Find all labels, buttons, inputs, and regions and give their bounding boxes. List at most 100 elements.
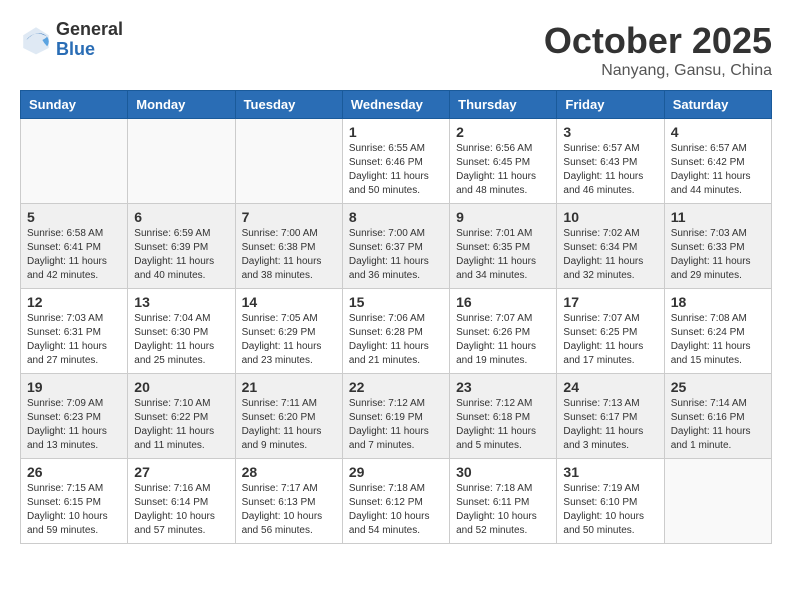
day-number: 7 bbox=[242, 209, 336, 225]
calendar-day-cell bbox=[664, 459, 771, 544]
calendar-week-row: 12 Sunrise: 7:03 AM Sunset: 6:31 PM Dayli… bbox=[21, 289, 772, 374]
calendar-day-cell: 5 Sunrise: 6:58 AM Sunset: 6:41 PM Daylig… bbox=[21, 204, 128, 289]
day-number: 16 bbox=[456, 294, 550, 310]
calendar-day-cell: 16 Sunrise: 7:07 AM Sunset: 6:26 PM Dayli… bbox=[450, 289, 557, 374]
calendar-day-cell: 13Sunrise: 7:04 AM Sunset: 6:30 PM Dayli… bbox=[128, 289, 235, 374]
calendar-table: SundayMondayTuesdayWednesdayThursdayFrid… bbox=[20, 90, 772, 544]
calendar-day-cell: 12 Sunrise: 7:03 AM Sunset: 6:31 PM Dayli… bbox=[21, 289, 128, 374]
logo: General Blue bbox=[20, 20, 123, 60]
day-number: 29 bbox=[349, 464, 443, 480]
calendar-week-row: 5 Sunrise: 6:58 AM Sunset: 6:41 PM Daylig… bbox=[21, 204, 772, 289]
day-number: 19 bbox=[27, 379, 121, 395]
day-info: Sunrise: 6:58 AM Sunset: 6:41 PM Dayligh… bbox=[27, 227, 121, 283]
day-number: 22 bbox=[349, 379, 443, 395]
day-number: 4 bbox=[671, 124, 765, 140]
calendar-day-cell: 19Sunrise: 7:09 AM Sunset: 6:23 PM Dayli… bbox=[21, 374, 128, 459]
day-number: 10 bbox=[563, 209, 657, 225]
calendar-day-cell: 6 Sunrise: 6:59 AM Sunset: 6:39 PM Daylig… bbox=[128, 204, 235, 289]
day-info: Sunrise: 7:18 AM Sunset: 6:12 PM Dayligh… bbox=[349, 482, 443, 538]
day-info: Sunrise: 7:13 AM Sunset: 6:17 PM Dayligh… bbox=[563, 397, 657, 453]
calendar-day-cell: 20 Sunrise: 7:10 AM Sunset: 6:22 PM Dayli… bbox=[128, 374, 235, 459]
day-info: Sunrise: 7:15 AM Sunset: 6:15 PM Dayligh… bbox=[27, 482, 121, 538]
calendar-day-cell: 10Sunrise: 7:02 AM Sunset: 6:34 PM Dayli… bbox=[557, 204, 664, 289]
day-info: Sunrise: 7:12 AM Sunset: 6:18 PM Dayligh… bbox=[456, 397, 550, 453]
day-info: Sunrise: 7:10 AM Sunset: 6:22 PM Dayligh… bbox=[134, 397, 228, 453]
calendar-day-cell: 17Sunrise: 7:07 AM Sunset: 6:25 PM Dayli… bbox=[557, 289, 664, 374]
calendar-day-cell: 1Sunrise: 6:55 AM Sunset: 6:46 PM Daylig… bbox=[342, 119, 449, 204]
day-header: Sunday bbox=[21, 91, 128, 119]
calendar-day-cell: 9 Sunrise: 7:01 AM Sunset: 6:35 PM Daylig… bbox=[450, 204, 557, 289]
calendar-day-cell: 22 Sunrise: 7:12 AM Sunset: 6:19 PM Dayli… bbox=[342, 374, 449, 459]
day-number: 25 bbox=[671, 379, 765, 395]
day-number: 3 bbox=[563, 124, 657, 140]
calendar-day-cell bbox=[128, 119, 235, 204]
day-info: Sunrise: 7:18 AM Sunset: 6:11 PM Dayligh… bbox=[456, 482, 550, 538]
calendar-day-cell: 27 Sunrise: 7:16 AM Sunset: 6:14 PM Dayli… bbox=[128, 459, 235, 544]
day-number: 6 bbox=[134, 209, 228, 225]
day-number: 5 bbox=[27, 209, 121, 225]
calendar-day-cell: 18 Sunrise: 7:08 AM Sunset: 6:24 PM Dayli… bbox=[664, 289, 771, 374]
logo-text: General Blue bbox=[56, 20, 123, 60]
day-info: Sunrise: 7:00 AM Sunset: 6:37 PM Dayligh… bbox=[349, 227, 443, 283]
day-info: Sunrise: 6:57 AM Sunset: 6:42 PM Dayligh… bbox=[671, 142, 765, 198]
day-info: Sunrise: 7:05 AM Sunset: 6:29 PM Dayligh… bbox=[242, 312, 336, 368]
calendar-day-cell: 15Sunrise: 7:06 AM Sunset: 6:28 PM Dayli… bbox=[342, 289, 449, 374]
calendar-day-cell bbox=[21, 119, 128, 204]
day-number: 28 bbox=[242, 464, 336, 480]
day-info: Sunrise: 7:06 AM Sunset: 6:28 PM Dayligh… bbox=[349, 312, 443, 368]
day-header: Tuesday bbox=[235, 91, 342, 119]
day-number: 23 bbox=[456, 379, 550, 395]
page-header: General Blue October 2025 Nanyang, Gansu… bbox=[20, 20, 772, 80]
day-info: Sunrise: 6:59 AM Sunset: 6:39 PM Dayligh… bbox=[134, 227, 228, 283]
calendar-day-cell: 7 Sunrise: 7:00 AM Sunset: 6:38 PM Daylig… bbox=[235, 204, 342, 289]
day-number: 31 bbox=[563, 464, 657, 480]
day-info: Sunrise: 7:19 AM Sunset: 6:10 PM Dayligh… bbox=[563, 482, 657, 538]
day-header: Thursday bbox=[450, 91, 557, 119]
day-info: Sunrise: 7:12 AM Sunset: 6:19 PM Dayligh… bbox=[349, 397, 443, 453]
logo-general-text: General bbox=[56, 20, 123, 40]
day-info: Sunrise: 7:00 AM Sunset: 6:38 PM Dayligh… bbox=[242, 227, 336, 283]
calendar-week-row: 1Sunrise: 6:55 AM Sunset: 6:46 PM Daylig… bbox=[21, 119, 772, 204]
calendar-day-cell: 3 Sunrise: 6:57 AM Sunset: 6:43 PM Daylig… bbox=[557, 119, 664, 204]
calendar-day-cell: 23 Sunrise: 7:12 AM Sunset: 6:18 PM Dayli… bbox=[450, 374, 557, 459]
day-info: Sunrise: 7:11 AM Sunset: 6:20 PM Dayligh… bbox=[242, 397, 336, 453]
day-info: Sunrise: 7:07 AM Sunset: 6:26 PM Dayligh… bbox=[456, 312, 550, 368]
day-number: 21 bbox=[242, 379, 336, 395]
day-info: Sunrise: 7:01 AM Sunset: 6:35 PM Dayligh… bbox=[456, 227, 550, 283]
day-number: 14 bbox=[242, 294, 336, 310]
day-number: 8 bbox=[349, 209, 443, 225]
day-number: 11 bbox=[671, 209, 765, 225]
month-title: October 2025 bbox=[544, 20, 772, 62]
day-number: 1 bbox=[349, 124, 443, 140]
day-number: 27 bbox=[134, 464, 228, 480]
calendar-day-cell: 24 Sunrise: 7:13 AM Sunset: 6:17 PM Dayli… bbox=[557, 374, 664, 459]
day-number: 30 bbox=[456, 464, 550, 480]
day-info: Sunrise: 7:03 AM Sunset: 6:31 PM Dayligh… bbox=[27, 312, 121, 368]
day-info: Sunrise: 7:03 AM Sunset: 6:33 PM Dayligh… bbox=[671, 227, 765, 283]
calendar-day-cell: 25 Sunrise: 7:14 AM Sunset: 6:16 PM Dayli… bbox=[664, 374, 771, 459]
day-number: 20 bbox=[134, 379, 228, 395]
day-info: Sunrise: 7:08 AM Sunset: 6:24 PM Dayligh… bbox=[671, 312, 765, 368]
calendar-day-cell: 14 Sunrise: 7:05 AM Sunset: 6:29 PM Dayli… bbox=[235, 289, 342, 374]
calendar-day-cell: 21 Sunrise: 7:11 AM Sunset: 6:20 PM Dayli… bbox=[235, 374, 342, 459]
calendar-day-cell: 31 Sunrise: 7:19 AM Sunset: 6:10 PM Dayli… bbox=[557, 459, 664, 544]
day-info: Sunrise: 6:57 AM Sunset: 6:43 PM Dayligh… bbox=[563, 142, 657, 198]
day-info: Sunrise: 7:04 AM Sunset: 6:30 PM Dayligh… bbox=[134, 312, 228, 368]
location-title: Nanyang, Gansu, China bbox=[544, 62, 772, 80]
calendar-day-cell: 2Sunrise: 6:56 AM Sunset: 6:45 PM Daylig… bbox=[450, 119, 557, 204]
calendar-day-cell: 30 Sunrise: 7:18 AM Sunset: 6:11 PM Dayli… bbox=[450, 459, 557, 544]
calendar-day-cell: 26Sunrise: 7:15 AM Sunset: 6:15 PM Dayli… bbox=[21, 459, 128, 544]
day-info: Sunrise: 7:14 AM Sunset: 6:16 PM Dayligh… bbox=[671, 397, 765, 453]
day-number: 12 bbox=[27, 294, 121, 310]
day-header: Saturday bbox=[664, 91, 771, 119]
calendar-week-row: 19Sunrise: 7:09 AM Sunset: 6:23 PM Dayli… bbox=[21, 374, 772, 459]
day-header: Wednesday bbox=[342, 91, 449, 119]
day-number: 24 bbox=[563, 379, 657, 395]
day-number: 18 bbox=[671, 294, 765, 310]
calendar-day-cell: 4 Sunrise: 6:57 AM Sunset: 6:42 PM Daylig… bbox=[664, 119, 771, 204]
day-number: 2 bbox=[456, 124, 550, 140]
day-info: Sunrise: 7:16 AM Sunset: 6:14 PM Dayligh… bbox=[134, 482, 228, 538]
day-number: 17 bbox=[563, 294, 657, 310]
calendar-day-cell: 11 Sunrise: 7:03 AM Sunset: 6:33 PM Dayli… bbox=[664, 204, 771, 289]
day-number: 9 bbox=[456, 209, 550, 225]
